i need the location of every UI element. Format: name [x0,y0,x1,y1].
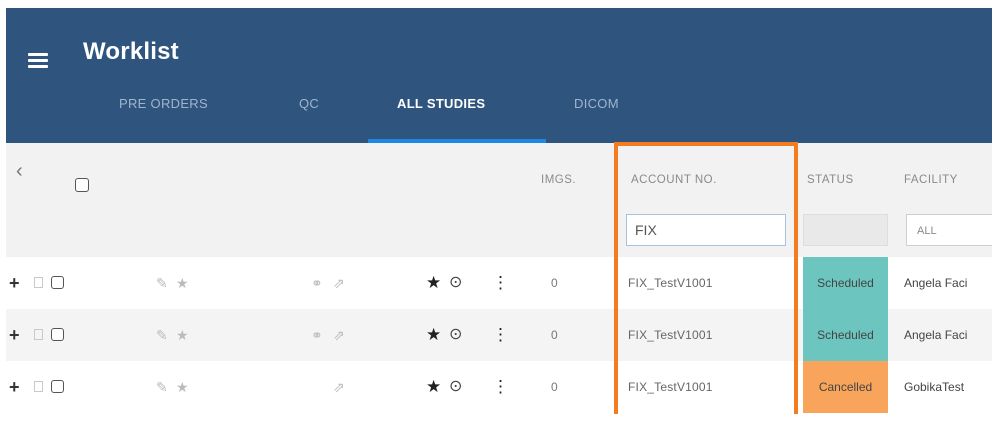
star-outline-icon[interactable]: ★ [176,361,189,413]
more-vertical-icon[interactable]: ⋮ [492,309,509,361]
worklist-header: Worklist PRE ORDERS QC ALL STUDIES DICOM [6,8,992,143]
edit-pencil-icon[interactable]: ✎ [156,361,168,413]
account-no-filter-input[interactable] [626,214,786,246]
document-icon [34,329,43,340]
images-count: 0 [551,380,558,394]
expand-row-icon[interactable]: + [9,361,20,413]
tab-qc[interactable]: QC [299,96,319,111]
clock-icon[interactable]: ⊙ [449,309,462,361]
account-no-cell: FIX_TestV1001 [628,328,713,342]
table-row[interactable]: + ✎ ★ ⇗ ★ ⊙ ⋮ 0 FIX_TestV1001 Cancelled … [6,361,992,413]
tab-all-studies[interactable]: ALL STUDIES [397,96,485,111]
share-icon[interactable]: ⇗ [333,361,345,413]
worklist-screen: Worklist PRE ORDERS QC ALL STUDIES DICOM… [6,8,992,414]
edit-pencil-icon[interactable]: ✎ [156,257,168,309]
facility-cell: GobikaTest [904,380,965,394]
star-filled-icon[interactable]: ★ [426,257,441,309]
star-outline-icon[interactable]: ★ [176,309,189,361]
link-icon[interactable]: ⚭ [311,257,323,309]
row-checkbox[interactable] [51,276,64,289]
page-title: Worklist [83,38,179,65]
star-outline-icon[interactable]: ★ [176,257,189,309]
star-filled-icon[interactable]: ★ [426,309,441,361]
tab-pre-orders[interactable]: PRE ORDERS [119,96,208,111]
account-no-cell: FIX_TestV1001 [628,276,713,290]
link-icon[interactable]: ⚭ [311,309,323,361]
account-no-cell: FIX_TestV1001 [628,380,713,394]
column-header-facility[interactable]: FACILITY [904,174,958,186]
menu-icon[interactable] [28,53,48,69]
share-icon[interactable]: ⇗ [333,309,345,361]
more-vertical-icon[interactable]: ⋮ [492,257,509,309]
facility-filter-select[interactable]: ALL [906,214,992,246]
star-filled-icon[interactable]: ★ [426,361,441,413]
facility-cell: Angela Faci [904,276,968,290]
expand-row-icon[interactable]: + [9,309,20,361]
share-icon[interactable]: ⇗ [333,257,345,309]
clock-icon[interactable]: ⊙ [449,361,462,413]
images-count: 0 [551,328,558,342]
images-count: 0 [551,276,558,290]
more-vertical-icon[interactable]: ⋮ [492,361,509,413]
table-row[interactable]: + ✎ ★ ⚭ ⇗ ★ ⊙ ⋮ 0 FIX_TestV1001 Schedule… [6,309,992,361]
collapse-chevron-icon[interactable]: ‹ [16,160,23,183]
clock-icon[interactable]: ⊙ [449,257,462,309]
document-icon [34,381,43,392]
document-icon [34,277,43,288]
status-badge[interactable]: Scheduled [803,309,888,361]
column-header-account-no[interactable]: ACCOUNT NO. [631,174,717,186]
status-filter[interactable] [803,214,888,246]
table-row[interactable]: + ✎ ★ ⚭ ⇗ ★ ⊙ ⋮ 0 FIX_TestV1001 Schedule… [6,257,992,309]
column-header-images[interactable]: IMGS. [541,174,576,186]
expand-row-icon[interactable]: + [9,257,20,309]
facility-cell: Angela Faci [904,328,968,342]
select-all-checkbox[interactable] [75,178,89,192]
column-header-status[interactable]: STATUS [807,174,854,186]
edit-pencil-icon[interactable]: ✎ [156,309,168,361]
status-badge[interactable]: Cancelled [803,361,888,413]
row-checkbox[interactable] [51,380,64,393]
status-badge[interactable]: Scheduled [803,257,888,309]
row-checkbox[interactable] [51,328,64,341]
tab-dicom[interactable]: DICOM [574,96,619,111]
